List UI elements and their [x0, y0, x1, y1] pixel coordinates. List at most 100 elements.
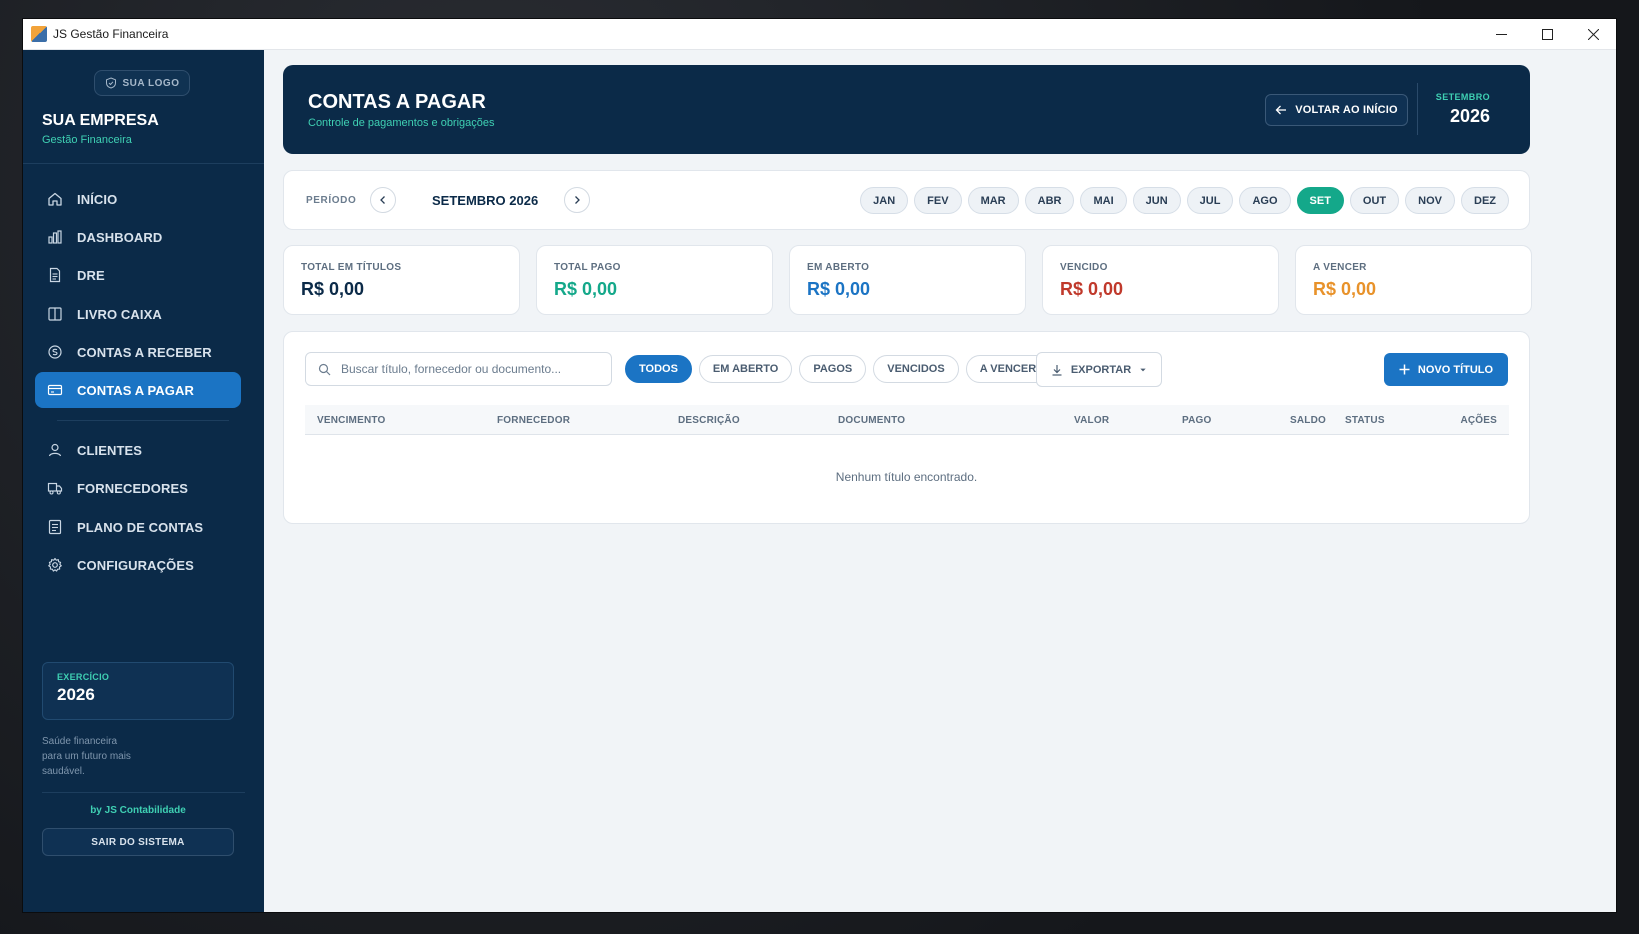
stat-value: R$ 0,00 [301, 279, 365, 299]
filter-vencidos[interactable]: VENCIDOS [873, 355, 959, 383]
titles-table-card: TODOSEM ABERTOPAGOSVENCIDOSA VENCER EXPO… [283, 331, 1530, 524]
filter-todos[interactable]: TODOS [625, 355, 692, 383]
credit-text: by JS Contabilidade [90, 805, 186, 816]
logout-button[interactable]: SAIR DO SISTEMA [42, 828, 234, 856]
month-tab-mar[interactable]: MAR [967, 187, 1019, 214]
minimize-icon [1495, 33, 1507, 35]
logo-label: SUA LOGO [122, 77, 180, 89]
column-header-fornecedor[interactable]: FORNECEDOR [497, 415, 570, 426]
bar-chart-icon [48, 230, 62, 244]
stat-value: R$ 0,00 [807, 279, 871, 299]
month-tab-jul[interactable]: JUL [1186, 187, 1234, 214]
download-icon [1052, 364, 1062, 376]
month-tab-ago[interactable]: AGO [1239, 187, 1291, 214]
main-content: CONTAS A PAGAR Controle de pagamentos e … [264, 50, 1616, 912]
sidebar-item-clientes[interactable]: CLIENTES [35, 432, 241, 468]
credit-card-icon [47, 384, 63, 396]
page-subtitle: Controle de pagamentos e obrigações [308, 117, 495, 129]
sidebar-item-fornecedores[interactable]: FORNECEDORES [35, 470, 241, 506]
header-divider [1417, 83, 1418, 135]
maximize-icon [1541, 28, 1553, 40]
month-tabs: JAN FEV MAR ABR MAI JUN JUL AGO SET OUT NOV DEZ [860, 187, 1509, 214]
month-tab-nov[interactable]: NOV [1405, 187, 1455, 214]
new-title-label: NOVO TÍTULO [1417, 363, 1494, 376]
sidebar-item-configuracoes[interactable]: CONFIGURAÇÕES [35, 547, 241, 583]
exercise-box: EXERCÍCIO 2026 [42, 662, 234, 720]
app-window: JS Gestão Financeira SUA LOGO SUA EMPRES… [23, 19, 1616, 912]
sidebar-divider [23, 163, 264, 164]
month-tab-mai[interactable]: MAI [1080, 187, 1127, 214]
month-tab-dez[interactable]: DEZ [1461, 187, 1509, 214]
stat-card: VENCIDO R$ 0,00 [1042, 245, 1279, 315]
sidebar-item-label: LIVRO CAIXA [77, 306, 162, 322]
month-tab-jan[interactable]: JAN [860, 187, 909, 214]
search-field[interactable] [305, 352, 612, 386]
stat-value: R$ 0,00 [1060, 279, 1124, 299]
document-icon [49, 267, 61, 283]
minimize-button[interactable] [1478, 19, 1524, 50]
month-tab-fev[interactable]: FEV [914, 187, 962, 214]
export-button[interactable]: EXPORTAR [1036, 352, 1162, 387]
column-header-status[interactable]: STATUS [1345, 415, 1385, 426]
period-label: PERÍODO [306, 195, 357, 206]
month-tab-set[interactable]: SET [1296, 187, 1344, 214]
tagline: Saúde financeira para um futuro mais sau… [42, 736, 131, 777]
maximize-button[interactable] [1524, 19, 1570, 50]
sidebar-item-label: CONTAS A RECEBER [77, 344, 212, 360]
month-tab-abr[interactable]: ABR [1024, 187, 1075, 214]
next-period-button[interactable] [564, 187, 590, 213]
sidebar-item-label: INÍCIO [77, 191, 118, 207]
truck-icon [47, 482, 63, 495]
column-header-saldo[interactable]: SALDO [1290, 415, 1326, 426]
column-header-valor[interactable]: VALOR [1074, 415, 1109, 426]
chevron-down-icon [1140, 368, 1146, 371]
search-input[interactable] [341, 362, 591, 376]
table-header: VENCIMENTO FORNECEDOR DESCRIÇÃO DOCUMENT… [305, 405, 1509, 435]
stat-card: TOTAL PAGO R$ 0,00 [536, 245, 773, 315]
exercise-year: 2026 [57, 685, 95, 704]
logo-placeholder: SUA LOGO [94, 70, 190, 96]
coin-icon [48, 345, 62, 359]
close-icon [1587, 28, 1599, 40]
book-icon [48, 307, 62, 321]
sidebar-divider [42, 792, 245, 793]
column-header-vencimento[interactable]: VENCIMENTO [317, 415, 386, 426]
company-name: SUA EMPRESA [42, 112, 159, 129]
page-title: CONTAS A PAGAR [308, 91, 486, 113]
stat-label: EM ABERTO [807, 262, 870, 273]
prev-period-button[interactable] [370, 187, 396, 213]
sidebar: SUA LOGO SUA EMPRESA Gestão Financeira I… [23, 50, 264, 912]
sidebar-item-dashboard[interactable]: DASHBOARD [35, 219, 241, 255]
sidebar-item-plano-de-contas[interactable]: PLANO DE CONTAS [35, 509, 241, 545]
stat-card: EM ABERTO R$ 0,00 [789, 245, 1026, 315]
company-subtitle: Gestão Financeira [42, 134, 132, 146]
sidebar-item-label: CLIENTES [77, 442, 143, 458]
exercise-label: EXERCÍCIO [57, 672, 110, 682]
back-to-home-button[interactable]: VOLTAR AO INÍCIO [1265, 94, 1408, 126]
column-header-documento[interactable]: DOCUMENTO [838, 415, 905, 426]
stat-label: VENCIDO [1060, 262, 1108, 273]
list-icon [48, 519, 62, 535]
sidebar-item-livro-caixa[interactable]: LIVRO CAIXA [35, 296, 241, 332]
month-tab-jun[interactable]: JUN [1132, 187, 1181, 214]
sidebar-item-label: PLANO DE CONTAS [77, 519, 204, 535]
back-button-label: VOLTAR AO INÍCIO [1295, 104, 1398, 116]
sidebar-item-label: DASHBOARD [77, 229, 163, 245]
sidebar-item-label: CONTAS A PAGAR [77, 382, 194, 398]
close-button[interactable] [1570, 19, 1616, 50]
column-header-descricao[interactable]: DESCRIÇÃO [678, 415, 740, 426]
month-tab-out[interactable]: OUT [1349, 187, 1400, 214]
sidebar-item-contas-a-pagar[interactable]: CONTAS A PAGAR [35, 372, 241, 408]
stat-label: TOTAL PAGO [554, 262, 621, 273]
window-controls [1478, 19, 1616, 50]
filter-em-aberto[interactable]: EM ABERTO [698, 355, 793, 383]
user-icon [48, 443, 62, 457]
sidebar-item-dre[interactable]: DRE [35, 257, 241, 293]
nav-divider [57, 420, 229, 421]
filter-pagos[interactable]: PAGOS [799, 355, 867, 383]
sidebar-item-inicio[interactable]: INÍCIO [35, 181, 241, 217]
sidebar-item-contas-a-receber[interactable]: CONTAS A RECEBER [35, 334, 241, 370]
column-header-pago[interactable]: PAGO [1182, 415, 1212, 426]
period-value: SETEMBRO 2026 [432, 193, 539, 208]
new-title-button[interactable]: NOVO TÍTULO [1384, 353, 1508, 386]
